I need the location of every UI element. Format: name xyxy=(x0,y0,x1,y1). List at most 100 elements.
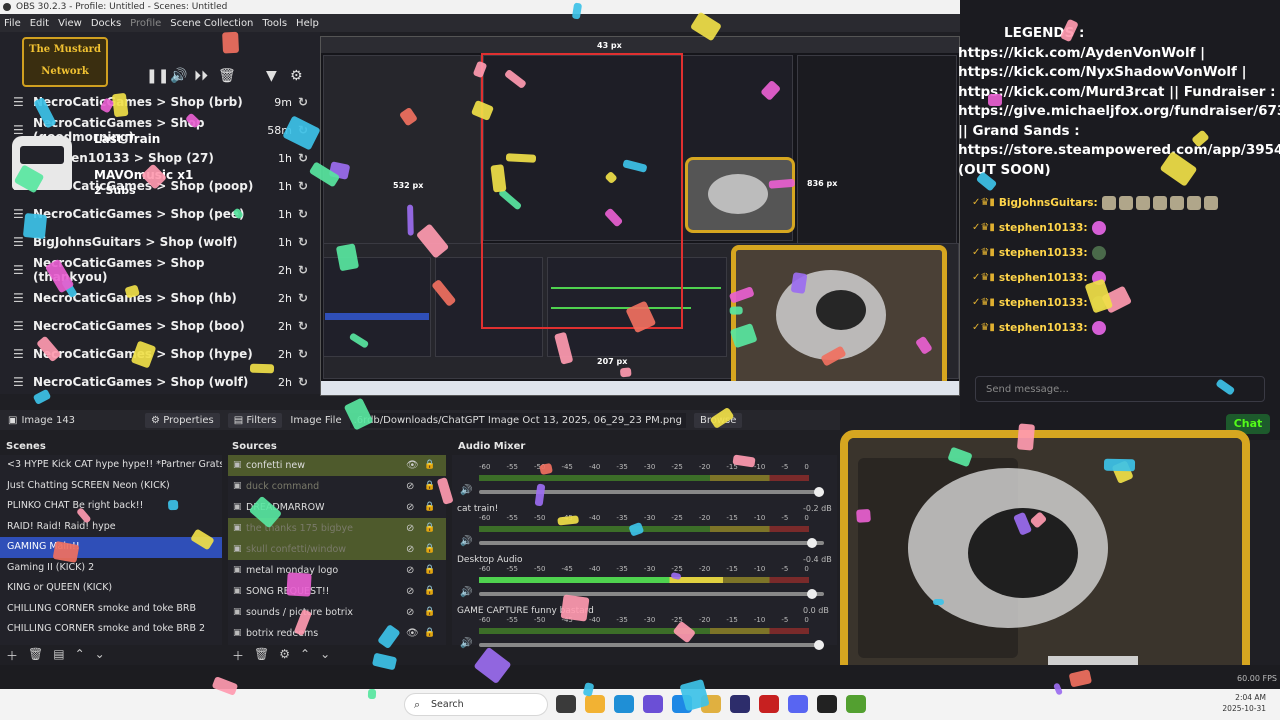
menu-scene-collection[interactable]: Scene Collection xyxy=(170,18,253,29)
eye-icon[interactable]: ⊘ xyxy=(406,581,414,602)
store-icon[interactable] xyxy=(614,695,634,713)
volume-icon[interactable]: 🔊 xyxy=(170,68,187,84)
replay-icon[interactable]: ↻ xyxy=(298,235,312,249)
app-icon[interactable] xyxy=(730,695,750,713)
source-settings-button[interactable]: ⚙ xyxy=(279,647,290,664)
properties-button[interactable]: ⚙ Properties xyxy=(145,412,220,428)
scene-item[interactable]: <3 HYPE Kick CAT hype hype!! *Partner Gr… xyxy=(0,455,222,476)
menu-icon[interactable]: ☰ xyxy=(13,207,27,221)
lock-icon[interactable]: 🔒 xyxy=(424,455,435,476)
copilot-icon[interactable] xyxy=(585,695,605,713)
edge-icon[interactable] xyxy=(672,695,692,713)
eye-hidden-icon[interactable]: ⊘ xyxy=(406,518,414,539)
mixer-volume-slider[interactable] xyxy=(479,538,824,548)
taskbar-clock[interactable]: 2:04 AM 2025-10-31 xyxy=(1222,692,1266,714)
chat-username[interactable]: stephen10133: xyxy=(999,322,1088,334)
move-up-button[interactable]: ⌃ xyxy=(75,647,85,664)
lock-icon[interactable]: 🔒 xyxy=(424,476,435,497)
trash-icon[interactable]: 🗑 xyxy=(218,68,236,84)
pause-icon[interactable]: ❚❚ xyxy=(146,68,169,84)
scene-filters-button[interactable]: ▤ xyxy=(53,647,64,664)
feed-row[interactable]: ☰ NecroCaticGames > Shop (hb) 2h ↻ xyxy=(0,284,320,312)
browse-button[interactable]: Browse xyxy=(693,412,743,428)
source-item[interactable]: ▣ skull confetti/window ⊘ 🔒 xyxy=(228,539,446,560)
menu-icon[interactable]: ☰ xyxy=(13,235,27,249)
source-item[interactable]: ▣ the thanks 175 bigbye ⊘ 🔒 xyxy=(228,518,446,539)
mixer-volume-slider[interactable] xyxy=(479,487,824,497)
feed-row[interactable]: ☰ BigJohnsGuitars > Shop (wolf) 1h ↻ xyxy=(0,228,320,256)
chat-username[interactable]: BigJohnsGuitars: xyxy=(999,197,1098,209)
lock-icon[interactable]: 🔒 xyxy=(424,581,435,602)
chat-username[interactable]: stephen10133: xyxy=(999,297,1088,309)
mixer-volume-slider[interactable] xyxy=(479,640,824,650)
obs-taskbar-icon[interactable] xyxy=(817,695,837,713)
source-item[interactable]: ▣ DREADMARROW ⊘ 🔒 xyxy=(228,497,446,518)
source-item[interactable]: ▣ confetti new 👁 🔒 xyxy=(228,455,446,476)
scene-item[interactable]: RAID! Raid! Raid! hype xyxy=(0,517,222,538)
filter-icon[interactable]: ▼ xyxy=(266,68,277,84)
eye-icon[interactable]: ⊘ xyxy=(406,497,414,518)
lock-icon[interactable]: 🔒 xyxy=(424,602,435,623)
move-up-button[interactable]: ⌃ xyxy=(300,647,310,664)
menu-icon[interactable]: ☰ xyxy=(13,291,27,305)
feed-row[interactable]: ☰ NecroCaticGames > Shop (thankyou) 2h ↻ xyxy=(0,256,320,284)
slider-handle[interactable] xyxy=(807,538,818,548)
replay-icon[interactable]: ↻ xyxy=(298,347,312,361)
volume-icon[interactable]: 🔊 xyxy=(460,587,472,598)
menu-view[interactable]: View xyxy=(58,18,82,29)
replay-icon[interactable]: ↻ xyxy=(298,375,312,389)
scene-item[interactable]: CHILLING CORNER smoke and toke BRB xyxy=(0,599,222,620)
scene-item[interactable]: GAMING Main!! xyxy=(0,537,222,558)
volume-icon[interactable]: 🔊 xyxy=(460,536,472,547)
chat-username[interactable]: stephen10133: xyxy=(999,247,1088,259)
add-source-button[interactable]: ＋ xyxy=(232,647,244,664)
menu-help[interactable]: Help xyxy=(296,18,319,29)
source-item[interactable]: ▣ SONG REQUEST!! ⊘ 🔒 xyxy=(228,581,446,602)
slider-handle[interactable] xyxy=(814,640,824,650)
replay-icon[interactable]: ↻ xyxy=(298,179,312,193)
scene-item[interactable]: KING or QUEEN (KICK) xyxy=(0,578,222,599)
lock-icon[interactable]: 🔒 xyxy=(424,560,435,581)
teams-icon[interactable] xyxy=(643,695,663,713)
menu-file[interactable]: File xyxy=(4,18,21,29)
volume-icon[interactable]: 🔊 xyxy=(460,485,472,496)
scene-item[interactable]: CHILLING CORNER smoke and toke BRB 2 xyxy=(0,619,222,640)
feed-row[interactable]: ☰ NecroCaticGames > Shop (wolf) 2h ↻ xyxy=(0,368,320,396)
feed-row[interactable]: ☰ NecroCaticGames > Shop (brb) 9m ↻ xyxy=(0,88,320,116)
lock-icon[interactable]: 🔒 xyxy=(424,518,435,539)
menu-icon[interactable]: ☰ xyxy=(13,95,27,109)
replay-icon[interactable]: ↻ xyxy=(298,151,312,165)
scene-item[interactable]: PLINKO CHAT Be right back!! xyxy=(0,496,222,517)
chat-username[interactable]: stephen10133: xyxy=(999,272,1088,284)
chat-username[interactable]: stephen10133: xyxy=(999,222,1088,234)
preview-canvas[interactable]: 43 px 836 px 532 px 207 px xyxy=(320,36,960,396)
discord-icon[interactable] xyxy=(788,695,808,713)
chat-message-input[interactable]: Send message... xyxy=(975,376,1265,402)
task-view-icon[interactable] xyxy=(556,695,576,713)
remove-scene-button[interactable]: 🗑 xyxy=(28,647,43,664)
add-scene-button[interactable]: ＋ xyxy=(6,647,18,664)
skip-icon[interactable]: ⏵⏵ xyxy=(194,68,208,84)
slider-handle[interactable] xyxy=(807,589,818,599)
move-down-button[interactable]: ⌄ xyxy=(95,647,105,664)
replay-icon[interactable]: ↻ xyxy=(298,263,312,277)
volume-icon[interactable]: 🔊 xyxy=(460,638,472,649)
file-explorer-icon[interactable] xyxy=(701,695,721,713)
eye-icon[interactable]: 👁 xyxy=(406,623,419,644)
menu-icon[interactable]: ☰ xyxy=(13,263,27,277)
feed-row[interactable]: ☰ NecroCaticGames > Shop (hype) 2h ↻ xyxy=(0,340,320,368)
eye-hidden-icon[interactable]: ⊘ xyxy=(406,476,414,497)
eye-icon[interactable]: ⊘ xyxy=(406,560,414,581)
taskbar-search[interactable]: ⌕ Search xyxy=(404,693,548,716)
lock-icon[interactable]: 🔒 xyxy=(424,539,435,560)
menu-icon[interactable]: ☰ xyxy=(13,375,27,389)
replay-icon[interactable]: ↻ xyxy=(298,319,312,333)
feed-row[interactable]: ☰ NecroCaticGames > Shop (boo) 2h ↻ xyxy=(0,312,320,340)
source-item[interactable]: ▣ sounds / picture botrix ⊘ 🔒 xyxy=(228,602,446,623)
feed-row[interactable]: ☰ NecroCaticGames > Shop (pee) 1h ↻ xyxy=(0,200,320,228)
opera-icon[interactable] xyxy=(759,695,779,713)
eye-hidden-icon[interactable]: ⊘ xyxy=(406,539,414,560)
lock-icon[interactable]: 🔒 xyxy=(424,623,435,644)
menu-icon[interactable]: ☰ xyxy=(13,319,27,333)
remove-source-button[interactable]: 🗑 xyxy=(254,647,269,664)
